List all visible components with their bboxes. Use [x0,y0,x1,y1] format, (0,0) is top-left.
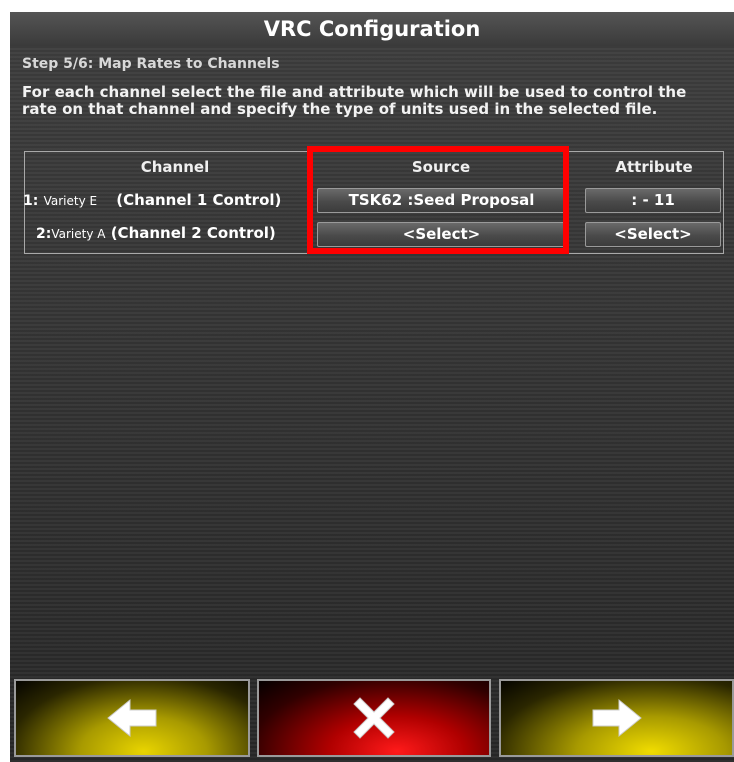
instructions-text: For each channel select the file and att… [22,83,687,118]
row-1-channel-label: 1: Variety E (Channel 1 Control) [23,191,281,209]
row-1-attribute-button[interactable]: : - 11 [585,188,721,213]
row-2-channel-label: 2:Variety A (Channel 2 Control) [36,224,276,242]
next-button[interactable] [499,679,734,757]
row-1-control: (Channel 1 Control) [116,191,282,209]
row-2-variety: Variety A [51,227,106,241]
vrc-configuration-screen: VRC Configuration Step 5/6: Map Rates to… [10,12,734,762]
window-title: VRC Configuration [10,12,734,46]
back-button[interactable] [14,679,250,757]
row-2-control: (Channel 2 Control) [110,224,276,242]
header-channel: Channel [140,158,210,176]
source-column-highlight-box [307,146,569,254]
header-attribute: Attribute [615,158,693,176]
arrow-left-icon [107,698,157,738]
row-2-attribute-button[interactable]: <Select> [585,222,721,247]
row-2-number: 2: [36,226,52,242]
arrow-right-icon [592,698,642,738]
cancel-button[interactable] [257,679,491,757]
row-1-variety: Variety E [43,194,98,208]
step-label: Step 5/6: Map Rates to Channels [22,56,280,72]
row-1-number: 1: [23,193,39,209]
close-x-icon [353,697,395,739]
